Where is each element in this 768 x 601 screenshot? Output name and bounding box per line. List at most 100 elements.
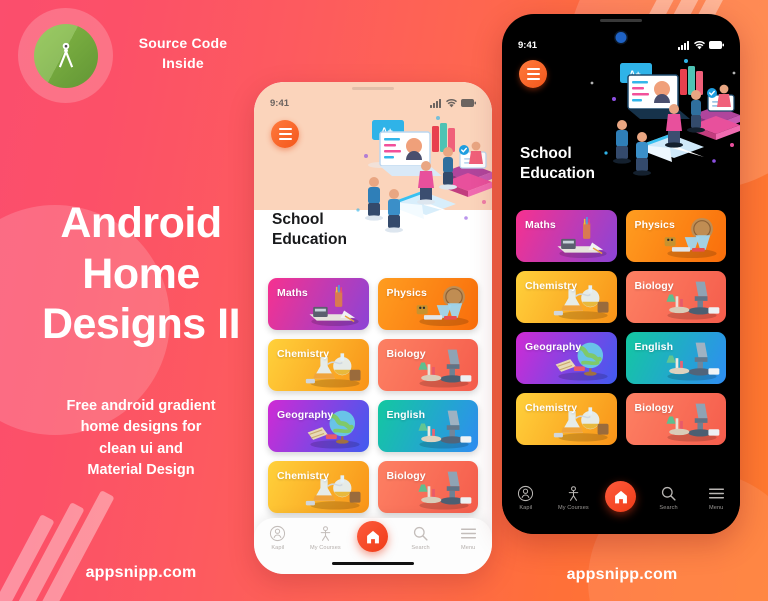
nav-item-label: Menu (708, 505, 724, 511)
light-theme-phone-mockup: 9:41 A+ School Education Maths Physics C… (254, 82, 492, 574)
maths-desk-illustration (556, 217, 607, 259)
gesture-home-indicator (332, 561, 414, 565)
decorative-stripe (10, 502, 85, 601)
search-icon (661, 486, 676, 501)
menu-line (526, 78, 540, 80)
light-hero-title: School Education (272, 210, 347, 250)
subject-card[interactable]: Chemistry (516, 393, 617, 445)
maths-desk-illustration (308, 285, 359, 327)
title-line-2: Home (82, 249, 200, 298)
wifi-icon (446, 98, 457, 107)
nav-item-kapil[interactable]: Kapil (256, 525, 300, 551)
subject-card[interactable]: Biology (625, 271, 726, 323)
footer-website-right: appsnipp.com (566, 566, 678, 583)
subject-card-label: Chemistry (525, 280, 578, 292)
title-line-3: Designs II (41, 300, 241, 349)
nav-item-label: Menu (460, 545, 476, 551)
subject-card-label: Biology (386, 348, 426, 360)
subject-card[interactable]: Maths (516, 210, 617, 262)
wifi-icon (694, 40, 705, 49)
nav-item-menu[interactable]: Menu (694, 485, 738, 511)
nav-item-search[interactable]: Search (647, 485, 691, 511)
subject-card[interactable]: English (625, 332, 726, 384)
subtitle-line-4: Material Design (87, 462, 195, 479)
footer-website-left: appsnipp.com (85, 564, 197, 581)
title-line-1: Android (60, 199, 222, 247)
courses-icon (568, 486, 579, 501)
source-code-line-1: Source Code (138, 35, 228, 51)
subject-card[interactable]: Chemistry (268, 339, 369, 391)
nav-item-label: Search (659, 505, 678, 511)
dark-bottom-navigation: Kapil My Courses Home Search Menu (502, 478, 740, 534)
subtitle-line-2: home designs for (80, 419, 202, 436)
menu-line (278, 138, 292, 140)
subject-card[interactable]: Biology (625, 393, 726, 445)
subject-card-label: Geography (525, 341, 582, 353)
nav-item-my-courses[interactable]: My Courses (303, 525, 347, 551)
menu-line (278, 133, 292, 135)
subject-card[interactable]: English (377, 400, 478, 452)
battery-icon (709, 41, 724, 49)
cellular-signal-icon (430, 98, 441, 108)
subject-card-label: Maths (277, 287, 308, 299)
light-bottom-navigation: Kapil My Courses Home Search Menu (254, 518, 492, 574)
subtitle-line-1: Free android gradient (66, 398, 216, 414)
cellular-signal-icon (678, 40, 689, 50)
menu-line (526, 73, 540, 75)
subject-card-label: Biology (386, 470, 426, 482)
nav-item-label: Search (411, 545, 430, 551)
subject-card-label: Chemistry (525, 402, 578, 414)
battery-icon (461, 99, 476, 107)
menu-line (526, 68, 540, 70)
page-title: Android Home Designs II (10, 198, 272, 350)
decorative-stripe (0, 514, 55, 601)
subject-card-label: Maths (525, 219, 556, 231)
subject-card[interactable]: Maths (268, 278, 369, 330)
android-studio-logo-badge (18, 8, 113, 103)
nav-item-label: My Courses (557, 505, 589, 511)
nav-item-home[interactable]: Home (351, 521, 395, 562)
nav-item-kapil[interactable]: Kapil (504, 485, 548, 511)
subject-card[interactable]: Geography (516, 332, 617, 384)
subject-card[interactable]: Biology (377, 339, 478, 391)
subject-card[interactable]: Geography (268, 400, 369, 452)
profile-icon (270, 525, 286, 542)
home-icon[interactable] (357, 521, 389, 552)
subject-card[interactable]: Chemistry (268, 461, 369, 513)
source-code-line-2: Inside (162, 54, 204, 71)
nav-item-label: My Courses (309, 545, 341, 551)
hero-title-line-1: School (272, 211, 324, 228)
nav-item-search[interactable]: Search (399, 525, 443, 551)
subject-card-label: Chemistry (277, 348, 330, 360)
phone-speaker (600, 19, 642, 22)
menu-icon (708, 488, 724, 499)
subject-card[interactable]: Chemistry (516, 271, 617, 323)
nav-item-my-courses[interactable]: My Courses (551, 485, 595, 511)
home-icon[interactable] (605, 481, 637, 512)
subject-card-label: English (634, 341, 674, 353)
hamburger-menu-icon[interactable] (519, 60, 547, 88)
hamburger-menu-icon[interactable] (271, 120, 299, 148)
subtitle-line-3: clean ui and (99, 440, 183, 457)
nav-item-label: Kapil (271, 545, 285, 551)
subject-card[interactable]: Biology (377, 461, 478, 513)
subject-card[interactable]: Physics (377, 278, 478, 330)
dark-hero-title: School Education (520, 144, 595, 184)
courses-icon (320, 526, 331, 541)
poster-canvas: Source Code Inside Android Home Designs … (0, 0, 768, 601)
search-icon (413, 526, 428, 541)
nav-item-home[interactable]: Home (599, 481, 643, 522)
menu-icon (460, 528, 476, 539)
subject-card[interactable]: Physics (625, 210, 726, 262)
hero-title-line-1: School (520, 145, 572, 162)
decorative-stripe (40, 490, 115, 601)
menu-line (278, 128, 292, 130)
dark-status-bar: 9:41 (502, 34, 740, 56)
android-studio-icon (33, 23, 98, 88)
subject-card-label: Biology (634, 402, 674, 414)
subject-card-label: Biology (634, 280, 674, 292)
nav-item-menu[interactable]: Menu (446, 525, 490, 551)
dark-theme-phone-mockup: 9:41 A+ School Education Maths Physics C… (502, 14, 740, 534)
page-subtitle: Free android gradient home designs for c… (12, 396, 270, 482)
subject-card-label: Geography (277, 409, 334, 421)
